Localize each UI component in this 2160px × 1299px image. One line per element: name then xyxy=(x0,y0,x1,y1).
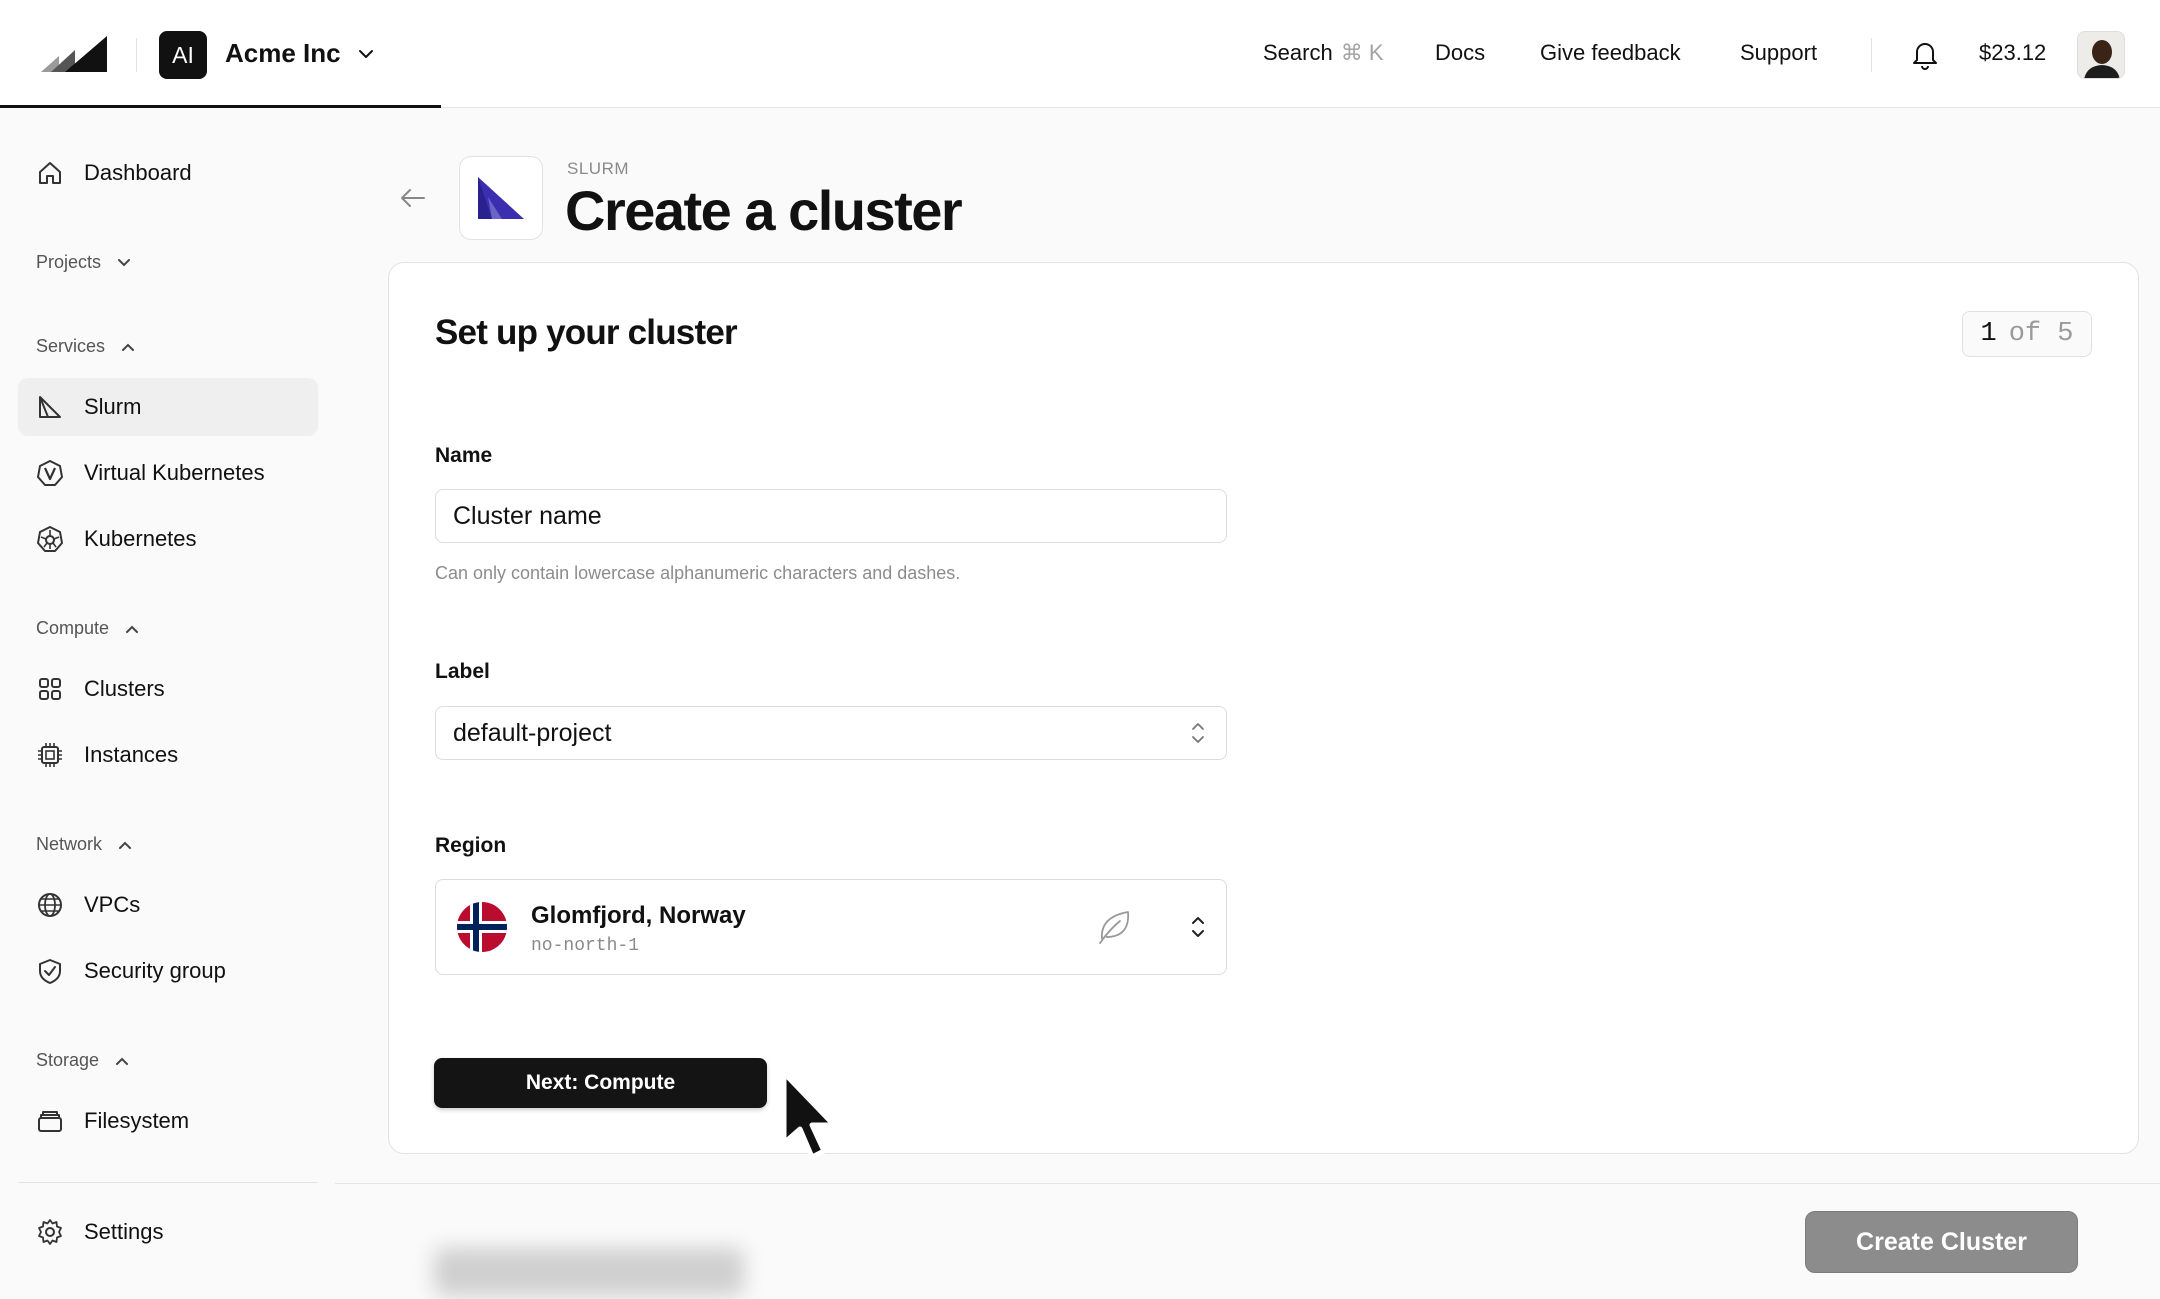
sidebar-item-label: Kubernetes xyxy=(84,526,197,551)
sidebar-item-settings[interactable]: Settings xyxy=(18,1203,318,1261)
sidebar-item-virtual-kubernetes[interactable]: Virtual Kubernetes xyxy=(18,444,318,502)
label-select[interactable]: default-project xyxy=(435,706,1227,760)
chevron-down-icon[interactable] xyxy=(356,44,376,64)
sidebar-item-filesystem[interactable]: Filesystem xyxy=(18,1092,318,1150)
setup-card: Set up your cluster 1 of 5 Name Cluster n… xyxy=(388,262,2139,1154)
user-avatar[interactable] xyxy=(2077,31,2125,79)
sidebar-section-network[interactable]: Network xyxy=(36,834,134,855)
sidebar-item-label: VPCs xyxy=(84,892,141,917)
chevron-updown-icon xyxy=(1192,723,1204,743)
name-input-value: Cluster name xyxy=(453,501,602,530)
section-label: Projects xyxy=(36,252,102,272)
feedback-link[interactable]: Give feedback xyxy=(1540,40,1681,66)
chevron-down-icon xyxy=(118,258,131,266)
top-bar: AI Acme Inc Search ⌘ K Docs Give feedback… xyxy=(0,0,2160,108)
step-progress-bar xyxy=(0,105,441,108)
sidebar-section-projects[interactable]: Projects xyxy=(36,252,133,273)
grid-icon xyxy=(39,678,61,700)
shield-check-icon xyxy=(39,959,61,984)
sidebar-section-storage[interactable]: Storage xyxy=(36,1050,131,1071)
sidebar-item-dashboard[interactable]: Dashboard xyxy=(18,144,318,202)
sidebar-item-label: Security group xyxy=(84,958,226,983)
divider xyxy=(18,1182,318,1183)
kubernetes-icon xyxy=(37,526,63,552)
search-label: Search xyxy=(1263,40,1333,65)
org-avatar[interactable]: AI xyxy=(159,31,207,79)
leaf-icon xyxy=(1099,911,1129,944)
region-label: Region xyxy=(435,834,507,857)
docs-link[interactable]: Docs xyxy=(1435,40,1485,66)
slurm-service-logo xyxy=(459,156,543,240)
step-indicator: 1 of 5 xyxy=(1962,311,2092,357)
sidebar-item-label: Settings xyxy=(84,1219,164,1244)
home-icon xyxy=(39,162,61,184)
cpu-icon xyxy=(38,743,62,767)
region-name: Glomfjord, Norway xyxy=(531,902,746,929)
step-total: of 5 xyxy=(2008,319,2074,349)
virtual-kubernetes-icon xyxy=(37,460,63,486)
section-label: Services xyxy=(36,336,106,356)
divider xyxy=(335,1183,2160,1184)
slurm-icon xyxy=(39,396,61,418)
name-label: Name xyxy=(435,444,493,467)
support-link[interactable]: Support xyxy=(1740,40,1817,66)
sidebar-item-instances[interactable]: Instances xyxy=(18,726,318,784)
sidebar-item-label: Instances xyxy=(84,742,179,767)
chevron-up-icon xyxy=(116,1057,129,1065)
chevron-up-icon xyxy=(119,841,132,849)
gear-icon xyxy=(38,1219,62,1245)
sidebar-item-slurm[interactable]: Slurm xyxy=(18,378,318,436)
name-hint: Can only contain lowercase alphanumeric … xyxy=(435,563,961,583)
label-select-value: default-project xyxy=(453,718,612,747)
sidebar: Dashboard Projects Services Slurm Virtua… xyxy=(0,109,335,1299)
search-shortcut: ⌘ K xyxy=(1340,40,1384,65)
page-title: Create a cluster xyxy=(565,179,963,242)
norway-flag-icon xyxy=(457,902,507,952)
step-current: 1 xyxy=(1980,319,1997,349)
sidebar-item-label: Virtual Kubernetes xyxy=(84,460,265,485)
sidebar-item-label: Dashboard xyxy=(84,160,192,185)
sidebar-item-label: Slurm xyxy=(84,394,142,419)
label-label: Label xyxy=(435,660,490,683)
section-label: Compute xyxy=(36,618,110,638)
region-code: no-north-1 xyxy=(531,936,640,956)
section-label: Storage xyxy=(36,1050,100,1070)
divider xyxy=(1871,38,1872,72)
section-label: Network xyxy=(36,834,103,854)
create-cluster-button[interactable]: Create Cluster xyxy=(1805,1211,2078,1273)
org-name[interactable]: Acme Inc xyxy=(225,38,341,69)
sidebar-item-label: Filesystem xyxy=(84,1108,190,1133)
sidebar-section-compute[interactable]: Compute xyxy=(36,618,141,639)
globe-icon xyxy=(38,893,62,917)
blurred-footer-element xyxy=(434,1248,744,1296)
page-eyebrow: SLURM xyxy=(567,159,630,178)
slurm-logo-icon xyxy=(478,177,524,219)
archive-icon xyxy=(38,1111,62,1132)
chevron-updown-icon xyxy=(1192,917,1204,937)
chevron-up-icon xyxy=(126,625,139,633)
sidebar-section-services[interactable]: Services xyxy=(36,336,137,357)
region-select[interactable]: Glomfjord, Norway no-north-1 xyxy=(435,879,1227,975)
next-compute-button[interactable]: Next: Compute xyxy=(434,1058,767,1108)
sidebar-item-clusters[interactable]: Clusters xyxy=(18,660,318,718)
chevron-up-icon xyxy=(122,343,135,351)
sidebar-item-kubernetes[interactable]: Kubernetes xyxy=(18,510,318,568)
sidebar-item-vpcs[interactable]: VPCs xyxy=(18,876,318,934)
bell-icon[interactable] xyxy=(1910,38,1940,70)
sidebar-item-label: Clusters xyxy=(84,676,165,701)
company-logo-icon[interactable] xyxy=(41,36,107,72)
user-avatar-icon xyxy=(2078,32,2124,78)
search-button[interactable]: Search ⌘ K xyxy=(1263,40,1384,66)
card-title: Set up your cluster xyxy=(435,313,738,352)
divider xyxy=(136,38,137,72)
account-balance[interactable]: $23.12 xyxy=(1979,40,2046,66)
mouse-cursor-icon xyxy=(781,1070,837,1160)
sidebar-item-security-group[interactable]: Security group xyxy=(18,942,318,1000)
name-input[interactable]: Cluster name xyxy=(435,489,1227,543)
back-arrow-icon[interactable] xyxy=(398,186,426,210)
